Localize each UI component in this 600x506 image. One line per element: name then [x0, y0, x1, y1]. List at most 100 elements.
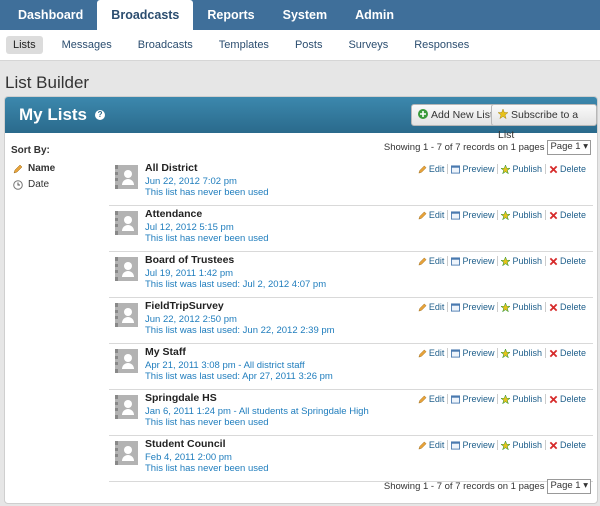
page-select-value: Page 1	[550, 141, 581, 152]
subscribe-list-label: Subscribe to a List	[498, 109, 579, 141]
subnav-messages[interactable]: Messages	[49, 39, 125, 51]
preview-button[interactable]: Preview	[447, 348, 497, 358]
window-icon	[451, 164, 461, 174]
subnav-lists[interactable]: Lists	[6, 36, 43, 54]
edit-button[interactable]: Edit	[415, 302, 448, 312]
edit-button[interactable]: Edit	[415, 210, 448, 220]
list-usage: This list has never been used	[145, 187, 269, 198]
close-icon	[549, 257, 558, 265]
edit-button[interactable]: Edit	[415, 256, 448, 266]
publish-label: Publish	[512, 302, 542, 312]
page-select[interactable]: Page 1 ▾	[547, 140, 591, 155]
preview-button[interactable]: Preview	[447, 394, 497, 404]
subnav-templates[interactable]: Templates	[206, 39, 282, 51]
edit-button[interactable]: Edit	[415, 164, 448, 174]
delete-button[interactable]: Delete	[544, 210, 589, 220]
star-icon	[501, 256, 511, 266]
list-usage: This list has never been used	[145, 233, 269, 244]
tab-dashboard[interactable]: Dashboard	[4, 0, 97, 30]
subscribe-list-button[interactable]: Subscribe to a List	[491, 104, 597, 141]
preview-label: Preview	[462, 394, 495, 404]
delete-button[interactable]: Delete	[544, 440, 589, 450]
subnav-responses[interactable]: Responses	[401, 39, 482, 51]
delete-label: Delete	[559, 394, 586, 404]
list-name[interactable]: My Staff	[145, 346, 186, 358]
pencil-icon	[13, 164, 23, 173]
list-actions: Edit Preview Publish Delete	[415, 440, 589, 450]
my-lists-panel: My Lists ? Add New List Subscribe to a L…	[4, 96, 598, 504]
preview-button[interactable]: Preview	[447, 440, 497, 450]
star-icon	[501, 164, 511, 174]
window-icon	[451, 348, 461, 358]
list-usage: This list was last used: Jul 2, 2012 4:0…	[145, 279, 327, 290]
delete-button[interactable]: Delete	[544, 164, 589, 174]
delete-button[interactable]: Delete	[544, 302, 589, 312]
edit-button[interactable]: Edit	[415, 440, 448, 450]
publish-button[interactable]: Publish	[497, 256, 545, 266]
list-date: Jun 22, 2012 7:02 pm	[145, 176, 237, 187]
list-name[interactable]: Attendance	[145, 208, 202, 220]
list-name[interactable]: FieldTripSurvey	[145, 300, 224, 312]
edit-button[interactable]: Edit	[415, 394, 448, 404]
pager-text: Showing 1 - 7 of 7 records on 1 pages	[383, 142, 545, 153]
tab-reports[interactable]: Reports	[193, 0, 268, 30]
preview-label: Preview	[462, 210, 495, 220]
tab-broadcasts[interactable]: Broadcasts	[97, 0, 194, 30]
sort-by-name[interactable]: Name	[13, 163, 55, 174]
publish-label: Publish	[512, 164, 542, 174]
add-new-list-button[interactable]: Add New List	[411, 104, 500, 126]
list-actions: Edit Preview Publish Delete	[415, 164, 589, 174]
publish-button[interactable]: Publish	[497, 348, 545, 358]
help-icon[interactable]: ?	[95, 110, 106, 120]
list-name[interactable]: All District	[145, 162, 198, 174]
page-select[interactable]: Page 1 ▾	[547, 479, 591, 494]
tab-system[interactable]: System	[269, 0, 341, 30]
plus-icon	[418, 109, 428, 119]
list-date: Apr 21, 2011 3:08 pm - All district staf…	[145, 360, 305, 371]
edit-button[interactable]: Edit	[415, 348, 448, 358]
list-item: Springdale HS Jan 6, 2011 1:24 pm - All …	[109, 389, 593, 436]
list-actions: Edit Preview Publish Delete	[415, 394, 589, 404]
list-name[interactable]: Springdale HS	[145, 392, 217, 404]
edit-label: Edit	[428, 210, 445, 220]
edit-label: Edit	[428, 256, 445, 266]
publish-button[interactable]: Publish	[497, 210, 545, 220]
list-name[interactable]: Board of Trustees	[145, 254, 234, 266]
delete-button[interactable]: Delete	[544, 256, 589, 266]
delete-label: Delete	[559, 256, 586, 266]
preview-label: Preview	[462, 348, 495, 358]
tab-admin[interactable]: Admin	[341, 0, 408, 30]
pager-top: Showing 1 - 7 of 7 records on 1 pages Pa…	[384, 140, 591, 155]
page-select-value: Page 1	[550, 480, 581, 491]
edit-label: Edit	[428, 394, 445, 404]
sub-navigation: Lists Messages Broadcasts Templates Post…	[0, 30, 600, 61]
preview-button[interactable]: Preview	[447, 302, 497, 312]
edit-label: Edit	[428, 164, 445, 174]
delete-button[interactable]: Delete	[544, 348, 589, 358]
preview-button[interactable]: Preview	[447, 256, 497, 266]
publish-label: Publish	[512, 210, 542, 220]
star-icon	[501, 302, 511, 312]
list-icon	[115, 211, 138, 235]
subnav-surveys[interactable]: Surveys	[335, 39, 401, 51]
publish-button[interactable]: Publish	[497, 302, 545, 312]
preview-label: Preview	[462, 256, 495, 266]
pencil-icon	[418, 395, 427, 403]
publish-button[interactable]: Publish	[497, 164, 545, 174]
list-actions: Edit Preview Publish Delete	[415, 348, 589, 358]
sort-by-date[interactable]: Date	[13, 179, 49, 190]
preview-button[interactable]: Preview	[447, 210, 497, 220]
publish-button[interactable]: Publish	[497, 394, 545, 404]
subnav-posts[interactable]: Posts	[282, 39, 336, 51]
preview-button[interactable]: Preview	[447, 164, 497, 174]
list-icon	[115, 395, 138, 419]
list-name[interactable]: Student Council	[145, 438, 226, 450]
list-actions: Edit Preview Publish Delete	[415, 302, 589, 312]
publish-button[interactable]: Publish	[497, 440, 545, 450]
pencil-icon	[418, 441, 427, 449]
subnav-broadcasts[interactable]: Broadcasts	[125, 39, 206, 51]
close-icon	[549, 165, 558, 173]
list-icon	[115, 257, 138, 281]
pencil-icon	[418, 257, 427, 265]
delete-button[interactable]: Delete	[544, 394, 589, 404]
